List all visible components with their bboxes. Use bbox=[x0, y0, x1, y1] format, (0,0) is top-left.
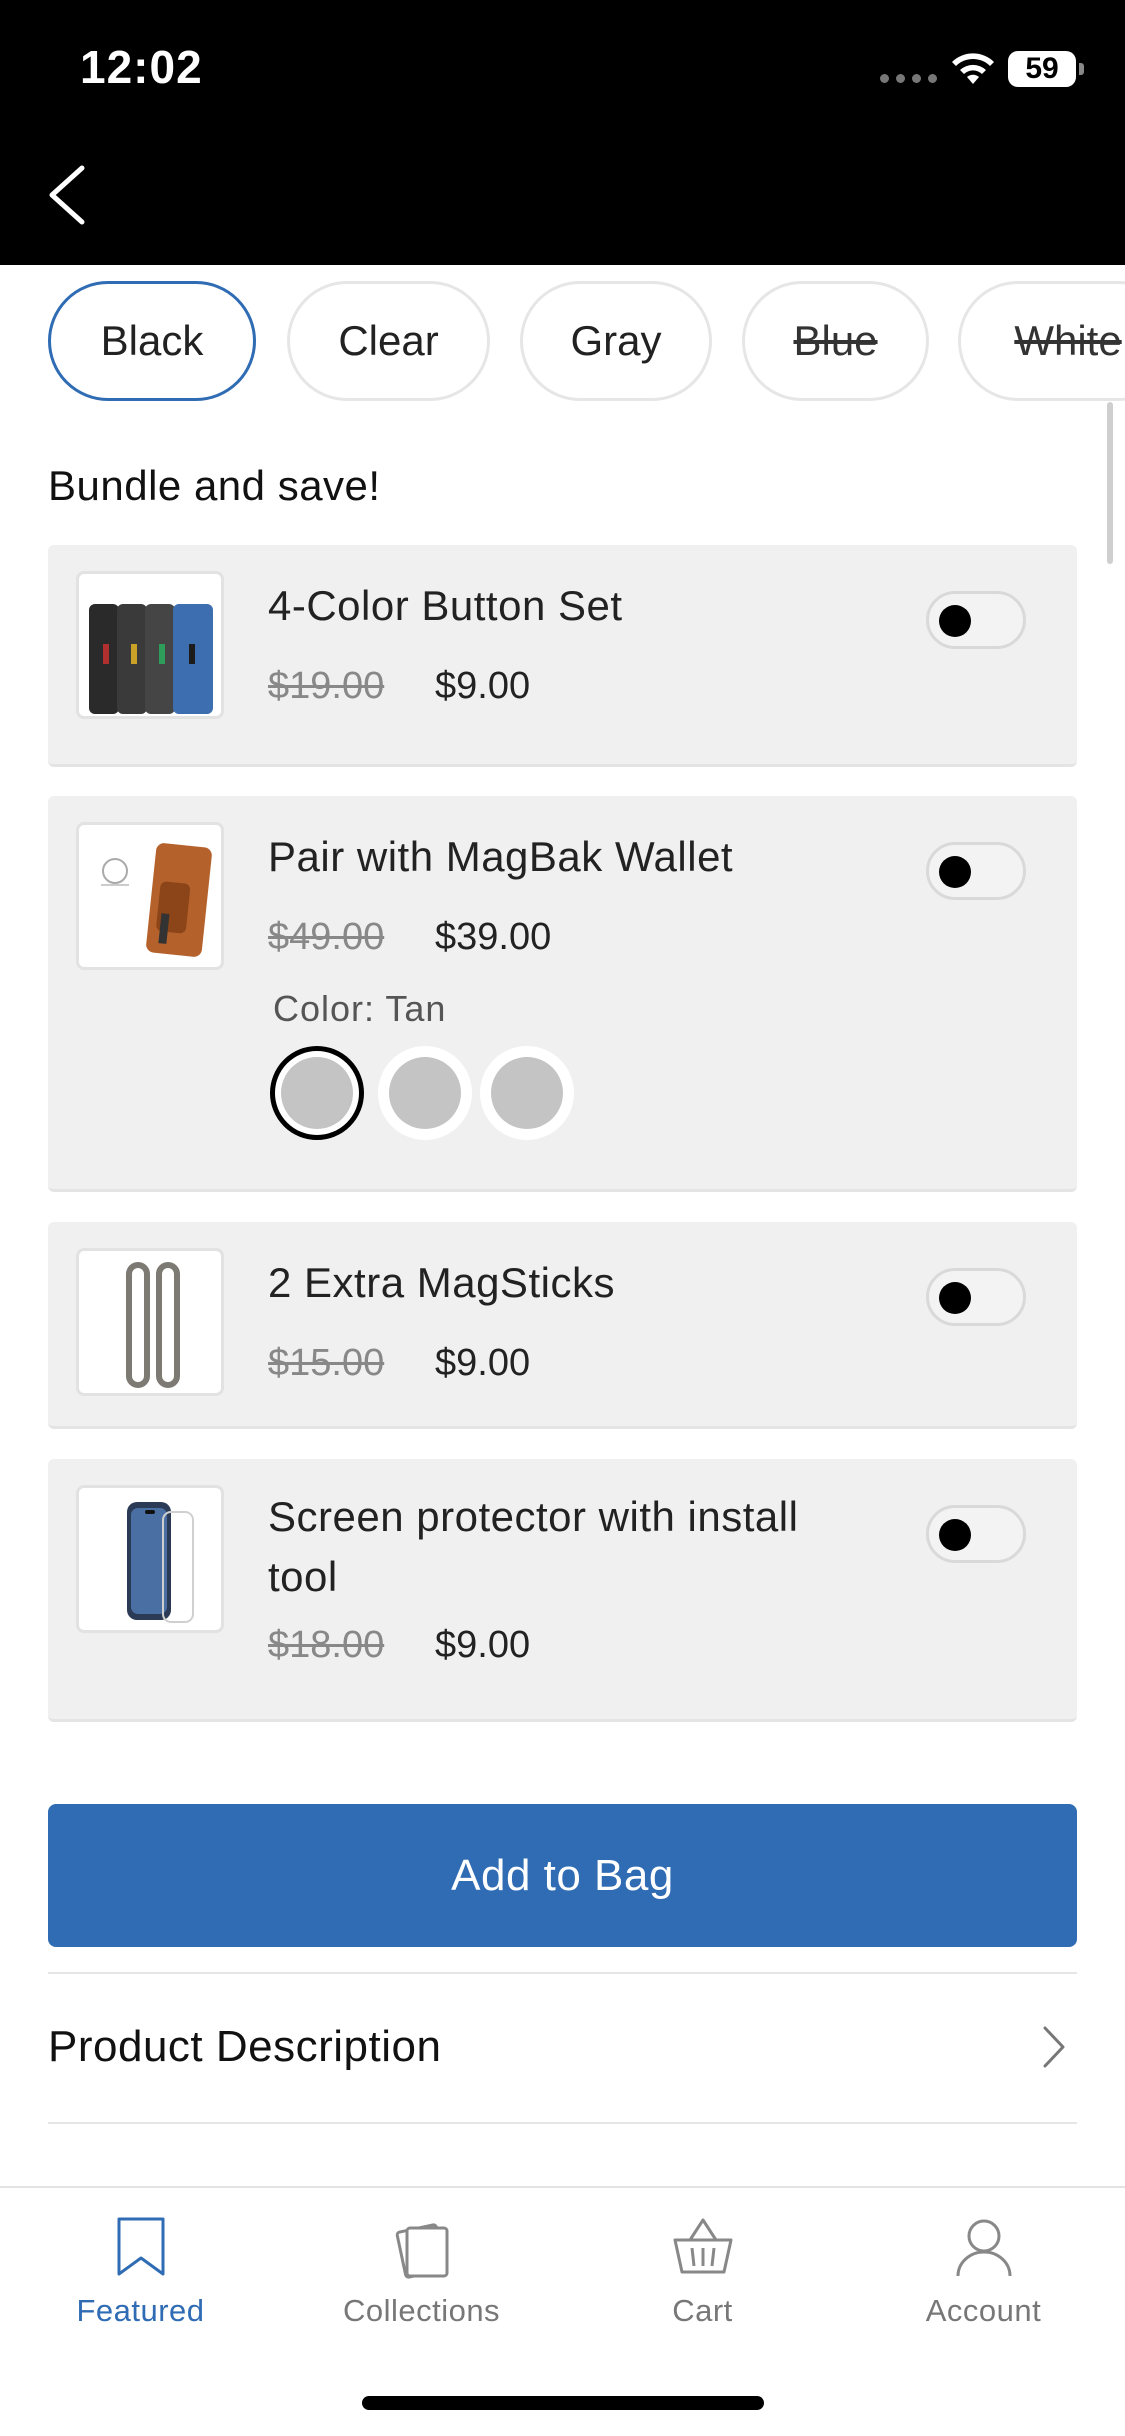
bundle-toggle[interactable] bbox=[926, 1505, 1026, 1563]
screen-protector-thumbnail bbox=[76, 1485, 224, 1633]
bookmark-icon bbox=[117, 2217, 165, 2276]
bundle-item-name: Pair with MagBak Wallet bbox=[268, 833, 734, 880]
bundle-toggle[interactable] bbox=[926, 591, 1026, 649]
top-bar: 12:02 59 bbox=[0, 0, 1125, 265]
tab-account[interactable]: Account bbox=[843, 2188, 1124, 2338]
product-description-row[interactable]: Product Description bbox=[48, 1974, 1077, 2124]
wallet-swatch-2[interactable] bbox=[378, 1046, 472, 1140]
add-to-bag-button[interactable]: Add to Bag bbox=[48, 1804, 1077, 1947]
original-price: $19.00 bbox=[268, 665, 385, 707]
bundle-toggle[interactable] bbox=[926, 1268, 1026, 1326]
bundle-item-name: Screen protector with install tool bbox=[268, 1493, 799, 1600]
bundle-item-name: 4-Color Button Set bbox=[268, 582, 623, 629]
tab-cart[interactable]: Cart bbox=[562, 2188, 843, 2338]
color-option-row: Black Clear Gray Blue White bbox=[0, 265, 1125, 415]
tab-collections[interactable]: Collections bbox=[281, 2188, 562, 2338]
bundle-item-magsticks: 2 Extra MagSticks $15.00 $9.00 bbox=[48, 1222, 1077, 1429]
original-price: $15.00 bbox=[268, 1342, 385, 1384]
back-chevron-icon[interactable] bbox=[40, 160, 100, 230]
divider bbox=[48, 2122, 1077, 2124]
tab-label: Collections bbox=[342, 2293, 501, 2328]
tab-label: Account bbox=[925, 2293, 1042, 2328]
bundle-item-button-set: 4-Color Button Set $19.00 $9.00 bbox=[48, 545, 1077, 767]
wifi-icon bbox=[952, 53, 994, 84]
home-indicator bbox=[362, 2396, 764, 2410]
bundle-item-screen-protector: Screen protector with install tool $18.0… bbox=[48, 1459, 1077, 1722]
bundle-item-wallet: Pair with MagBak Wallet $49.00 $39.00 Co… bbox=[48, 796, 1077, 1192]
sale-price: $9.00 bbox=[435, 1342, 531, 1384]
wallet-swatch-3[interactable] bbox=[480, 1046, 574, 1140]
bundle-title: Bundle and save! bbox=[48, 462, 381, 509]
color-chip-clear[interactable]: Clear bbox=[287, 281, 490, 401]
bundle-toggle[interactable] bbox=[926, 842, 1026, 900]
sale-price: $9.00 bbox=[435, 1624, 531, 1666]
tab-featured[interactable]: Featured bbox=[0, 2188, 281, 2338]
chevron-right-icon bbox=[1043, 2026, 1065, 2068]
color-chip-black[interactable]: Black bbox=[48, 281, 256, 401]
button-set-thumbnail bbox=[76, 571, 224, 719]
scrollbar[interactable] bbox=[1107, 402, 1113, 564]
color-chip-gray[interactable]: Gray bbox=[520, 281, 712, 401]
magsticks-thumbnail bbox=[76, 1248, 224, 1396]
sale-price: $9.00 bbox=[435, 665, 531, 707]
tab-label: Featured bbox=[76, 2293, 205, 2328]
product-description-label: Product Description bbox=[48, 2022, 442, 2071]
collections-icon bbox=[395, 2223, 449, 2279]
original-price: $49.00 bbox=[268, 916, 385, 958]
wallet-swatch-1[interactable] bbox=[270, 1046, 364, 1140]
wallet-thumbnail bbox=[76, 822, 224, 970]
original-price: $18.00 bbox=[268, 1624, 385, 1666]
color-chip-white[interactable]: White bbox=[958, 281, 1125, 401]
color-chip-blue[interactable]: Blue bbox=[742, 281, 929, 401]
wallet-color-label: Color: Tan bbox=[273, 988, 447, 1029]
tab-label: Cart bbox=[672, 2293, 733, 2328]
cellular-signal-icon bbox=[880, 74, 937, 83]
person-icon bbox=[956, 2219, 1012, 2277]
sale-price: $39.00 bbox=[435, 916, 552, 958]
battery-indicator: 59 bbox=[1008, 51, 1084, 87]
status-time: 12:02 bbox=[80, 41, 203, 93]
bundle-item-name: 2 Extra MagSticks bbox=[268, 1259, 615, 1306]
basket-icon bbox=[673, 2218, 733, 2274]
